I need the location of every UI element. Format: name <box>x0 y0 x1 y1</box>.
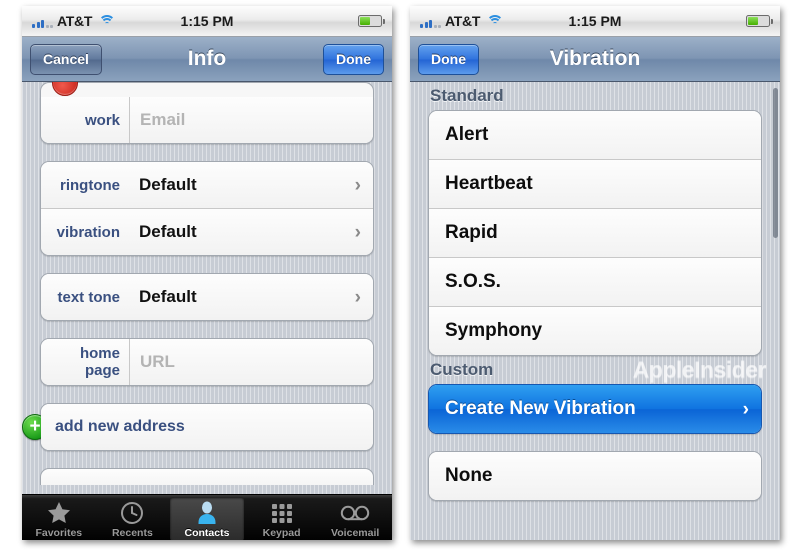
group-none: None <box>428 451 762 501</box>
row-add-new-address[interactable]: add new address <box>41 404 373 450</box>
list-item-none[interactable]: None <box>429 452 761 500</box>
nav-bar-info: Cancel Info Done <box>22 37 392 82</box>
info-form-list: work Email ringtone Default › vibration … <box>22 82 392 494</box>
list-item-heartbeat[interactable]: Heartbeat <box>429 160 761 209</box>
group-email: work Email <box>40 97 374 144</box>
battery-icon <box>746 15 773 27</box>
group-standard-vibrations: Alert Heartbeat Rapid S.O.S. Symphony <box>428 110 762 356</box>
tab-label: Favorites <box>35 526 83 539</box>
row-label: work <box>84 111 120 129</box>
keypad-grid-icon <box>270 500 294 526</box>
list-item-alert[interactable]: Alert <box>429 111 761 160</box>
list-item-sos[interactable]: S.O.S. <box>429 258 761 307</box>
clock-label: 1:15 PM <box>568 13 622 29</box>
row-value: Default <box>139 222 197 241</box>
list-item-label: Heartbeat <box>445 173 533 194</box>
cancel-button[interactable]: Cancel <box>30 43 102 75</box>
chevron-right-icon: › <box>354 286 361 308</box>
tab-recents[interactable]: Recents <box>96 495 170 540</box>
group-create-new-vibration: Create New Vibration › <box>428 384 762 434</box>
list-item-rapid[interactable]: Rapid <box>429 209 761 258</box>
list-item-symphony[interactable]: Symphony <box>429 307 761 355</box>
tab-label: Keypad <box>262 526 301 539</box>
url-field[interactable]: URL <box>130 352 175 372</box>
group-tones: ringtone Default › vibration Default › <box>40 161 374 256</box>
list-item-create-new-vibration[interactable]: Create New Vibration › <box>429 385 761 433</box>
right-phone-screen: AT&T 1:15 PM Done Vibration Standard Ale… <box>410 6 780 540</box>
tab-favorites[interactable]: Favorites <box>22 495 96 540</box>
row-value: Default <box>139 175 197 194</box>
clock-icon <box>120 500 144 526</box>
list-item-label: Alert <box>445 124 489 145</box>
screenshot-stage: AT&T 1:15 PM Cancel Info Done work Email… <box>0 0 800 550</box>
email-field[interactable]: Email <box>130 110 185 130</box>
tab-label: Voicemail <box>331 526 380 539</box>
list-item-label: S.O.S. <box>445 271 501 292</box>
row-text-tone[interactable]: text tone Default › <box>41 274 373 320</box>
row-label: add new address <box>55 418 185 435</box>
chevron-right-icon: › <box>354 221 361 243</box>
list-item-label: Symphony <box>445 320 543 341</box>
row-home-page[interactable]: home page URL <box>41 339 373 385</box>
scroll-indicator[interactable] <box>773 88 778 238</box>
vibration-list: Standard Alert Heartbeat Rapid S.O.S. Sy… <box>410 82 780 540</box>
row-label: vibration <box>56 223 120 241</box>
tab-label: Contacts <box>184 526 230 539</box>
row-label: text tone <box>57 288 120 306</box>
done-button-info[interactable]: Done <box>323 43 384 75</box>
group-add-address: add new address <box>40 403 374 451</box>
tab-keypad[interactable]: Keypad <box>245 495 319 540</box>
person-icon <box>196 500 218 526</box>
clock-label: 1:15 PM <box>180 13 234 29</box>
row-ringtone[interactable]: ringtone Default › <box>41 162 373 209</box>
status-bar-right: AT&T 1:15 PM <box>410 6 780 37</box>
section-header-custom: Custom AppleInsider <box>410 356 780 384</box>
row-value: Default <box>139 287 197 306</box>
left-phone-screen: AT&T 1:15 PM Cancel Info Done work Email… <box>22 6 392 540</box>
battery-icon <box>358 15 385 27</box>
group-home-page: home page URL <box>40 338 374 386</box>
list-item-label: Create New Vibration <box>445 398 636 419</box>
star-icon <box>47 500 71 526</box>
nav-bar-vibration: Done Vibration <box>410 37 780 82</box>
partial-cell-below <box>40 468 374 485</box>
section-header-standard: Standard <box>430 86 504 105</box>
row-work-email[interactable]: work Email <box>41 97 373 143</box>
tab-contacts[interactable]: Contacts <box>170 497 244 540</box>
section-header-custom-label: Custom <box>430 360 494 379</box>
row-vibration[interactable]: vibration Default › <box>41 209 373 255</box>
row-label: home page <box>79 345 120 379</box>
chevron-right-icon: › <box>354 174 361 196</box>
done-button-vibration[interactable]: Done <box>418 43 479 75</box>
tab-bar: Favorites Recents Contacts Keypad Voicem… <box>22 494 392 540</box>
list-item-label: None <box>445 465 493 486</box>
group-text-tone: text tone Default › <box>40 273 374 321</box>
voicemail-icon <box>340 500 370 526</box>
row-wrap-add-address: + add new address <box>22 403 392 451</box>
watermark-appleinsider: AppleInsider <box>632 356 767 383</box>
partial-cell-above <box>40 82 374 97</box>
status-bar-left: AT&T 1:15 PM <box>22 6 392 37</box>
list-item-label: Rapid <box>445 222 498 243</box>
chevron-right-icon: › <box>742 398 749 420</box>
tab-voicemail[interactable]: Voicemail <box>318 495 392 540</box>
tab-label: Recents <box>111 526 153 539</box>
row-label: ringtone <box>60 176 120 194</box>
